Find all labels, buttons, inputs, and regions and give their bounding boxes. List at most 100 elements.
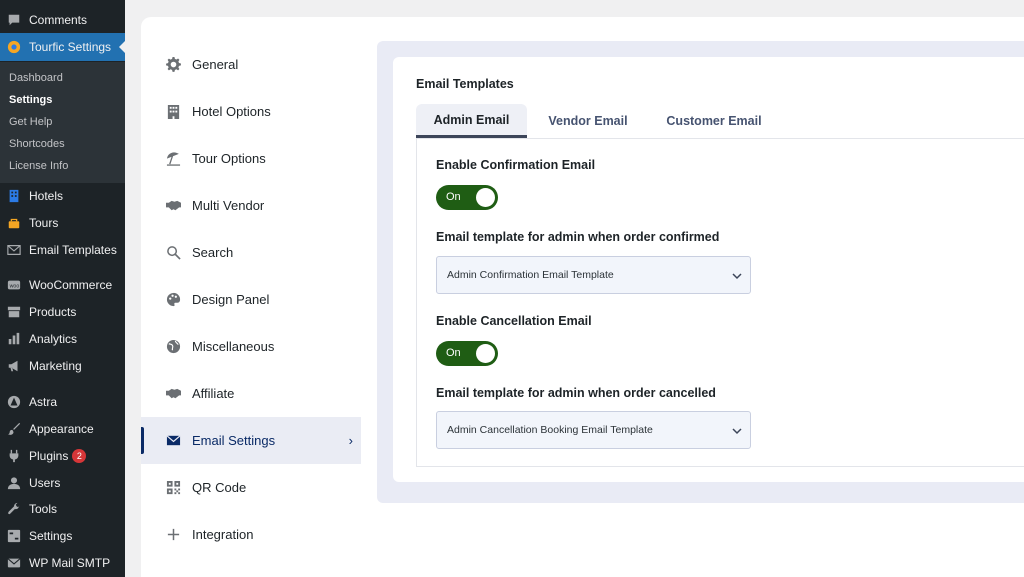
wp-submenu-get-help[interactable]: Get Help [9, 116, 52, 128]
nav-item-search[interactable]: Search [141, 229, 361, 276]
wp-menu-plugins[interactable]: Plugins 2 [0, 444, 125, 468]
wp-menu-label: Astra [29, 395, 58, 409]
wp-menu-label: Plugins [29, 449, 69, 463]
nav-item-miscellaneous[interactable]: Miscellaneous [141, 323, 361, 370]
tourfic-logo-icon [7, 40, 21, 54]
wp-menu-label: Products [29, 305, 77, 319]
qr-code-icon [165, 480, 181, 496]
confirm-template-select[interactable]: Admin Confirmation Email Template [436, 256, 751, 294]
nav-item-label: QR Code [192, 480, 247, 495]
wp-submenu-settings[interactable]: Settings [9, 94, 52, 106]
wp-menu-wp-mail-smtp[interactable]: WP Mail SMTP [0, 551, 125, 575]
handshake-icon [165, 198, 181, 214]
toggle-knob [476, 344, 495, 363]
select-value: Admin Cancellation Booking Email Templat… [447, 424, 653, 436]
wp-menu-settings[interactable]: Settings [0, 524, 125, 548]
wp-menu-label: Settings [29, 529, 73, 543]
wp-menu-label: Users [29, 476, 61, 490]
enable-cancellation-toggle[interactable]: On [436, 341, 498, 366]
wp-menu-tours[interactable]: Tours [0, 211, 125, 235]
tour-icon [7, 216, 21, 230]
wp-menu-hotels[interactable]: Hotels [0, 184, 125, 208]
wp-menu-astra[interactable]: Astra [0, 390, 125, 414]
nav-item-general[interactable]: General [141, 41, 361, 88]
section-title: Email Templates [416, 77, 514, 91]
select-value: Admin Confirmation Email Template [447, 269, 614, 281]
chevron-right-icon: › [348, 433, 353, 448]
plus-icon [165, 527, 181, 543]
search-icon [165, 245, 181, 261]
nav-item-label: Hotel Options [192, 104, 271, 119]
nav-item-qr-code[interactable]: QR Code [141, 464, 361, 511]
enable-confirmation-label: Enable Confirmation Email [436, 158, 596, 172]
chevron-down-icon [731, 425, 743, 437]
wp-menu-appearance[interactable]: Appearance [0, 417, 125, 441]
gear-icon [165, 57, 181, 73]
nav-item-affiliate[interactable]: Affiliate [141, 370, 361, 417]
palette-icon [165, 292, 181, 308]
nav-item-label: Tour Options [192, 151, 266, 166]
nav-item-label: Multi Vendor [192, 198, 265, 213]
cancel-template-label: Email template for admin when order canc… [436, 386, 716, 400]
wp-menu-products[interactable]: Products [0, 300, 125, 324]
nav-item-label: Miscellaneous [192, 339, 275, 354]
nav-item-multi-vendor[interactable]: Multi Vendor [141, 182, 361, 229]
toggle-knob [476, 188, 495, 207]
nav-item-label: Search [192, 245, 234, 260]
wp-menu-email-templates[interactable]: Email Templates [0, 238, 125, 262]
wp-menu-label: WooCommerce [29, 278, 113, 292]
bar-chart-icon [7, 332, 21, 346]
nav-item-label: Affiliate [192, 386, 235, 401]
wp-submenu: Dashboard Settings Get Help Shortcodes L… [0, 62, 125, 183]
chevron-down-icon [731, 270, 743, 282]
wp-menu-comments[interactable]: Comments [0, 8, 125, 32]
wp-menu-label: Email Templates [29, 243, 117, 257]
enable-confirmation-toggle[interactable]: On [436, 185, 498, 210]
user-icon [7, 476, 21, 490]
envelope-icon [7, 243, 21, 257]
plugin-icon [7, 449, 21, 463]
wp-submenu-shortcodes[interactable]: Shortcodes [9, 138, 65, 150]
megaphone-icon [7, 359, 21, 373]
wp-menu-marketing[interactable]: Marketing [0, 354, 125, 378]
nav-item-email-settings[interactable]: Email Settings › [141, 417, 361, 464]
update-count-badge: 2 [72, 449, 87, 463]
settings-grid-icon [7, 529, 21, 543]
wp-menu-label: Tools [29, 502, 58, 516]
comment-icon [7, 13, 21, 27]
confirm-template-label: Email template for admin when order conf… [436, 230, 720, 244]
wp-menu-users[interactable]: Users [0, 471, 125, 495]
wp-menu-label: Marketing [29, 359, 82, 373]
nav-item-hotel-options[interactable]: Hotel Options [141, 88, 361, 135]
toggle-state-label: On [446, 191, 461, 203]
wp-menu-label: Comments [29, 13, 88, 27]
tab-customer-email[interactable]: Customer Email [652, 104, 776, 138]
tab-vendor-email[interactable]: Vendor Email [537, 104, 639, 138]
nav-item-tour-options[interactable]: Tour Options [141, 135, 361, 182]
nav-item-integration[interactable]: Integration [141, 511, 361, 558]
wp-submenu-dashboard[interactable]: Dashboard [9, 72, 63, 84]
wp-menu-label: WP Mail SMTP [29, 556, 111, 570]
wp-menu-label: Tours [29, 216, 59, 230]
wp-menu-label: Hotels [29, 189, 64, 203]
wp-submenu-license-info[interactable]: License Info [9, 160, 68, 172]
wrench-icon [7, 502, 21, 516]
cancel-template-select[interactable]: Admin Cancellation Booking Email Templat… [436, 411, 751, 449]
astra-icon [7, 395, 21, 409]
umbrella-beach-icon [165, 151, 181, 167]
nav-item-design-panel[interactable]: Design Panel [141, 276, 361, 323]
archive-icon [7, 305, 21, 319]
woocommerce-icon: woo [7, 278, 21, 292]
building-icon [165, 104, 181, 120]
nav-item-label: Email Settings [192, 433, 276, 448]
nav-item-label: Integration [192, 527, 254, 542]
wp-menu-tourfic-settings[interactable]: Tourfic Settings [0, 33, 125, 61]
wp-menu-woocommerce[interactable]: woo WooCommerce [0, 273, 125, 297]
wp-menu-analytics[interactable]: Analytics [0, 327, 125, 351]
tab-panel-admin-email: Enable Confirmation Email On Email templ… [416, 138, 1024, 467]
wp-menu-tools[interactable]: Tools [0, 497, 125, 521]
mail-smtp-icon [7, 556, 21, 570]
paintbrush-icon [7, 422, 21, 436]
tab-admin-email[interactable]: Admin Email [416, 104, 527, 138]
nav-item-label: Design Panel [192, 292, 270, 307]
